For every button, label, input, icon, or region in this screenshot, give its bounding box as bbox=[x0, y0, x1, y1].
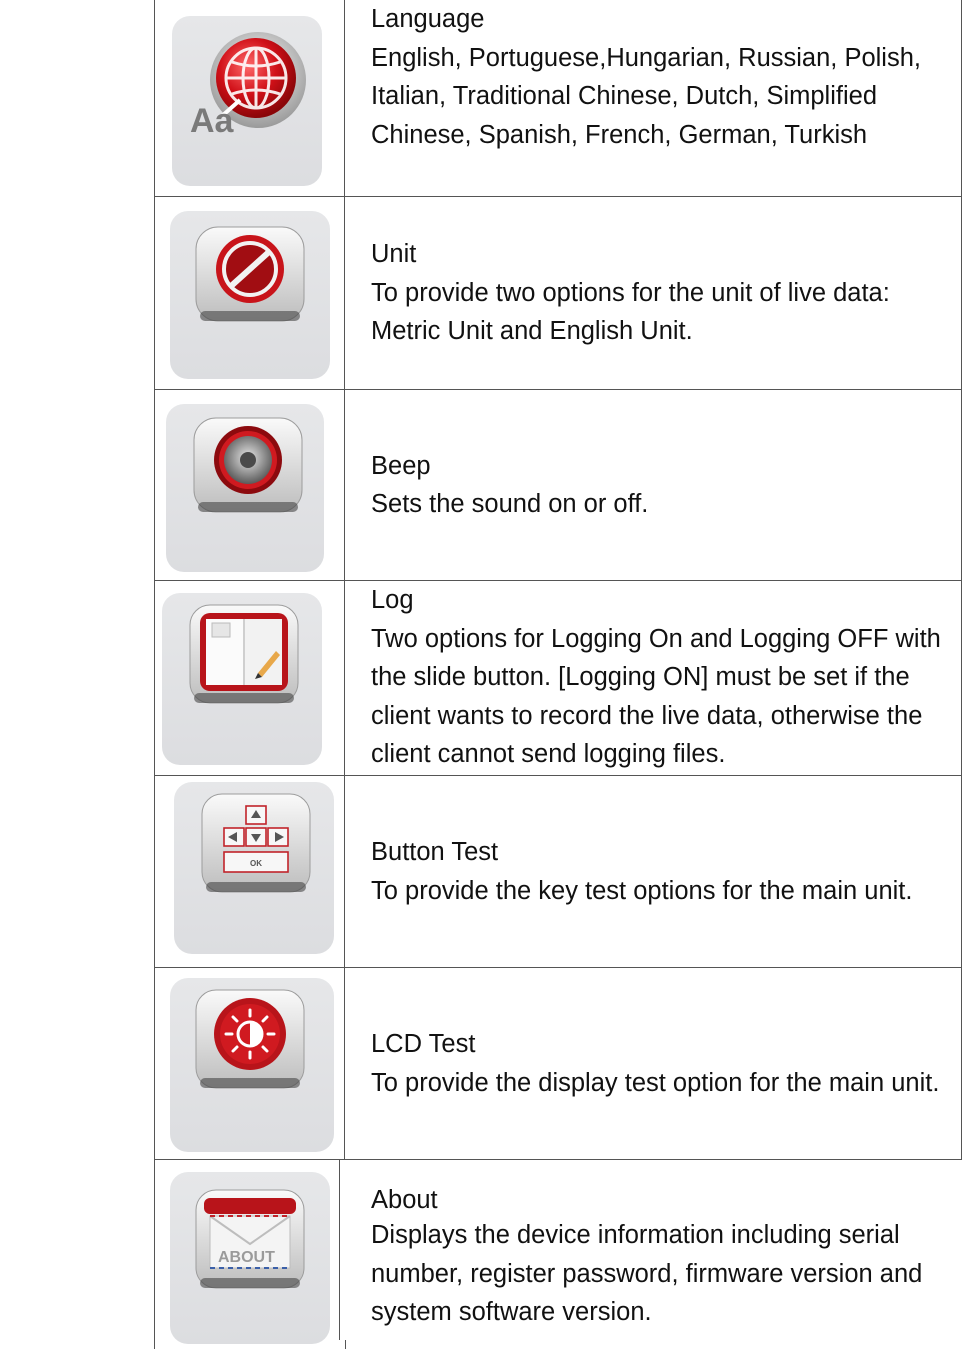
setting-description: Sets the sound on or off. bbox=[371, 490, 649, 518]
setting-description: To provide two options for the unit of l… bbox=[371, 278, 890, 346]
text-cell: Button Test To provide the key test opti… bbox=[371, 776, 958, 967]
about-right-divider bbox=[345, 1340, 346, 1349]
icon-cell-divider bbox=[339, 1160, 340, 1340]
settings-row-about: ABOUT About Displays the device informat… bbox=[154, 1160, 962, 1349]
about-label: ABOUT bbox=[218, 1249, 275, 1266]
text-cell: Language English, Portuguese,Hungarian, … bbox=[371, 0, 958, 196]
icon-cell bbox=[154, 968, 345, 1159]
text-cell: LCD Test To provide the display test opt… bbox=[371, 968, 958, 1159]
icon-cell bbox=[154, 390, 345, 580]
about-envelope-icon: ABOUT bbox=[195, 1189, 305, 1289]
text-cell: Beep Sets the sound on or off. bbox=[371, 390, 958, 580]
settings-row-language: Aa Language English, Portuguese,Hungaria… bbox=[154, 0, 962, 197]
keypad-icon: OK bbox=[201, 793, 311, 893]
brightness-icon bbox=[195, 989, 305, 1089]
setting-title: LCD Test bbox=[371, 1030, 476, 1058]
speaker-icon bbox=[193, 417, 303, 513]
icon-cell: OK bbox=[154, 776, 345, 967]
setting-description: English, Portuguese,Hungarian, Russian, … bbox=[371, 43, 950, 149]
setting-title: Unit bbox=[371, 240, 417, 269]
language-glyph: Aa bbox=[190, 102, 235, 140]
text-cell: About Displays the device information in… bbox=[371, 1160, 958, 1349]
settings-row-button-test: OK Button Test To provide the key test o… bbox=[154, 776, 962, 968]
keypad-ok-label: OK bbox=[250, 859, 262, 868]
setting-title: About bbox=[371, 1186, 438, 1214]
language-icon: Aa bbox=[190, 32, 306, 140]
log-book-icon bbox=[189, 604, 299, 704]
setting-description: To provide the display test option for t… bbox=[371, 1068, 940, 1097]
setting-description: To provide the key test options for the … bbox=[371, 876, 913, 905]
icon-cell: Aa bbox=[154, 0, 345, 196]
settings-row-unit: Unit To provide two options for the unit… bbox=[154, 197, 962, 390]
setting-description: Two options for Logging On and Logging O… bbox=[371, 624, 941, 769]
table-right-border bbox=[961, 0, 962, 1160]
setting-title: Language bbox=[371, 5, 485, 33]
icon-cell bbox=[154, 197, 345, 389]
setting-title: Log bbox=[371, 586, 414, 614]
setting-description: Displays the device information includin… bbox=[371, 1221, 923, 1326]
settings-row-log: Log Two options for Logging On and Loggi… bbox=[154, 581, 962, 776]
setting-title: Beep bbox=[371, 451, 431, 480]
text-cell: Log Two options for Logging On and Loggi… bbox=[371, 581, 958, 775]
icon-cell: ABOUT bbox=[154, 1160, 345, 1349]
setting-title: Button Test bbox=[371, 838, 499, 866]
settings-row-beep: Beep Sets the sound on or off. bbox=[154, 390, 962, 581]
settings-row-lcd-test: LCD Test To provide the display test opt… bbox=[154, 968, 962, 1160]
icon-cell bbox=[154, 581, 345, 775]
unit-icon bbox=[195, 226, 305, 322]
text-cell: Unit To provide two options for the unit… bbox=[371, 197, 958, 389]
